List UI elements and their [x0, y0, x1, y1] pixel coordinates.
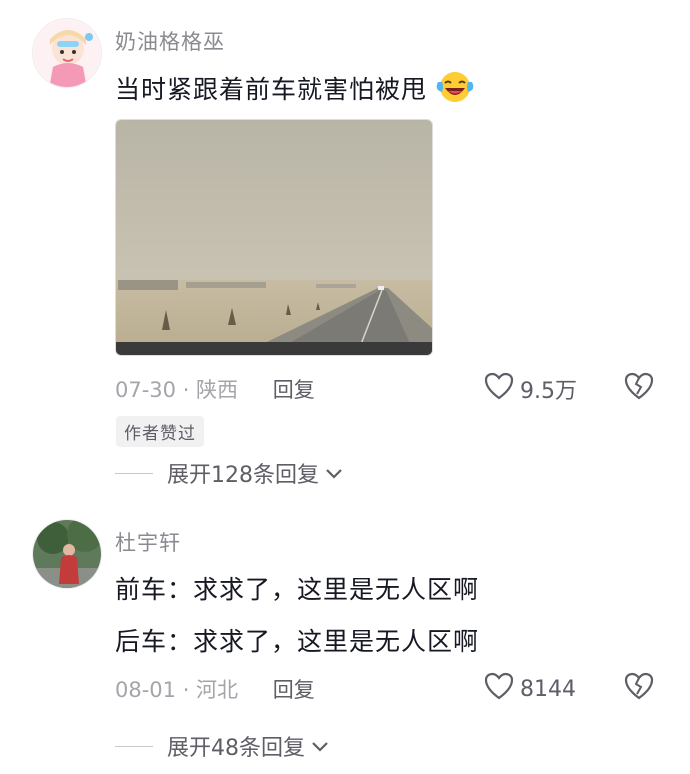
comment-date-location: 07-30 · 陕西: [115, 378, 239, 402]
like-button[interactable]: 9.5万: [484, 372, 577, 406]
comment-item: 杜宇轩 前车：求求了，这里是无人区啊 后车：求求了，这里是无人区啊 08-01 …: [0, 500, 690, 774]
like-button[interactable]: 8144: [484, 672, 576, 706]
comment-meta: 07-30 · 陕西 回复: [115, 374, 315, 404]
heart-icon: [484, 672, 514, 706]
divider: [115, 472, 153, 474]
comment-text-line: 前车：求求了，这里是无人区啊: [115, 575, 480, 604]
author-liked-badge: 作者赞过: [116, 416, 204, 447]
expand-replies-button[interactable]: 展开48条回复: [115, 730, 329, 762]
like-count: 9.5万: [520, 379, 577, 404]
divider: [115, 745, 153, 747]
expand-replies-button[interactable]: 展开128条回复: [115, 457, 343, 489]
broken-heart-icon: [624, 672, 654, 704]
chevron-down-icon: [319, 461, 343, 486]
username[interactable]: 奶油格格巫: [115, 26, 225, 56]
comment-item: 奶油格格巫 当时紧跟着前车就害怕被甩 07-30 · 陕西 回复 9.5万 作者…: [0, 0, 690, 500]
comment-date-location: 08-01 · 河北: [115, 678, 239, 702]
expand-replies-label: 展开48条回复: [167, 736, 305, 761]
dislike-button[interactable]: [624, 672, 654, 704]
comment-meta: 08-01 · 河北 回复: [115, 674, 315, 704]
avatar[interactable]: [32, 18, 102, 88]
laughing-crying-emoji-icon: [436, 70, 474, 110]
chevron-down-icon: [305, 734, 329, 759]
comment-text-content: 当时紧跟着前车就害怕被甩: [115, 75, 428, 104]
comment-text-line: 后车：求求了，这里是无人区啊: [115, 627, 480, 656]
expand-replies-label: 展开128条回复: [167, 463, 319, 488]
reply-button[interactable]: 回复: [273, 678, 315, 702]
dislike-button[interactable]: [624, 372, 654, 404]
comment-text: 当时紧跟着前车就害怕被甩: [115, 70, 474, 110]
username[interactable]: 杜宇轩: [115, 527, 181, 557]
reply-button[interactable]: 回复: [273, 378, 315, 402]
like-count: 8144: [520, 676, 576, 702]
avatar[interactable]: [32, 519, 102, 589]
heart-icon: [484, 372, 514, 406]
comment-image[interactable]: [115, 119, 433, 356]
broken-heart-icon: [624, 372, 654, 404]
